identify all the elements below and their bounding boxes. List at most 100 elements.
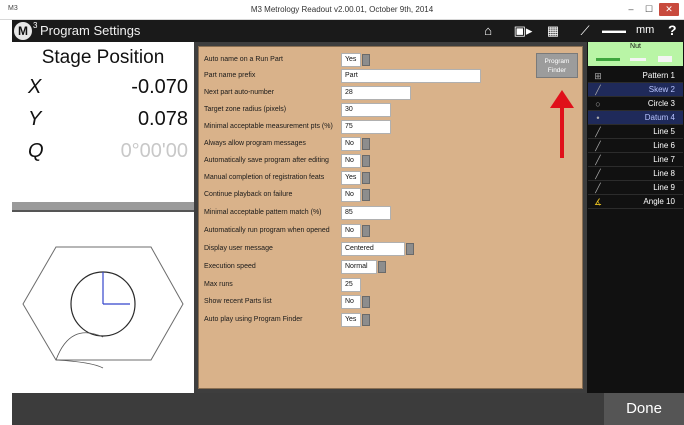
view-box-icon	[658, 56, 672, 62]
feature-label: Line 8	[653, 169, 675, 178]
toggle-icon[interactable]	[362, 296, 370, 308]
setting-label: Minimal acceptable pattern match (%)	[204, 209, 322, 216]
toggle-icon[interactable]	[362, 172, 370, 184]
feature-label: Skew 2	[648, 85, 675, 94]
probe-icon[interactable]: ⟋	[574, 23, 596, 39]
feature-label: Pattern 1	[642, 71, 675, 80]
feature-item-line-8[interactable]: ╱ Line 8	[588, 167, 683, 181]
setting-auto-run: Automatically run program when opened No	[199, 224, 529, 239]
page-title: Program Settings	[40, 23, 141, 38]
feature-label: Datum 4	[644, 113, 675, 122]
setting-auto-name: Auto name on a Run Part Yes	[199, 53, 529, 68]
m3-logo: M	[14, 22, 32, 40]
help-button[interactable]: ?	[668, 22, 677, 38]
toggle-icon[interactable]	[362, 138, 370, 150]
angle-icon: ∡	[593, 197, 603, 207]
setting-value[interactable]: No	[341, 137, 361, 151]
setting-auto-play-finder: Auto play using Program Finder Yes	[199, 313, 529, 328]
window-title: M3 Metrology Readout v2.00.01, October 9…	[250, 5, 434, 14]
setting-label: Manual completion of registration feats	[204, 174, 325, 181]
video-icon[interactable]: ▣▸	[512, 23, 534, 39]
angle-arc	[55, 332, 104, 361]
axis-value: 0°00'00	[120, 140, 188, 162]
toggle-icon[interactable]	[362, 155, 370, 167]
feature-item-skew-2[interactable]: ╱ Skew 2	[588, 83, 683, 97]
close-button[interactable]: ✕	[659, 3, 679, 16]
next-part-number-input[interactable]: 28	[341, 86, 411, 100]
setting-value[interactable]: No	[341, 224, 361, 238]
display-message-select[interactable]: Centered	[341, 242, 405, 256]
part-header[interactable]: Nut	[588, 42, 683, 66]
setting-value[interactable]: No	[341, 188, 361, 202]
feature-item-datum-4[interactable]: • Datum 4	[588, 111, 683, 125]
setting-display-message: Display user message Centered	[199, 242, 529, 257]
min-measure-pts-input[interactable]: 75	[341, 120, 391, 134]
feature-item-line-5[interactable]: ╱ Line 5	[588, 125, 683, 139]
dro-area: Stage Position X -0.070 Y 0.078 Q 0°00'0…	[12, 42, 194, 202]
setting-value[interactable]: No	[341, 154, 361, 168]
dro-row-y[interactable]: Y 0.078	[12, 108, 194, 134]
setting-label: Minimal acceptable measurement pts (%)	[204, 123, 333, 130]
setting-label: Max runs	[204, 281, 233, 288]
setting-recent-parts: Show recent Parts list No	[199, 295, 529, 310]
line-icon: ╱	[595, 127, 601, 137]
setting-manual-registration: Manual completion of registration feats …	[199, 171, 529, 186]
done-button[interactable]: Done	[604, 393, 684, 425]
toggle-icon[interactable]	[362, 225, 370, 237]
feature-label: Line 5	[653, 127, 675, 136]
part-view[interactable]	[12, 212, 194, 393]
min-pattern-match-input[interactable]: 85	[341, 206, 391, 220]
units-toggle[interactable]: mm	[636, 24, 654, 36]
feature-label: Line 6	[653, 141, 675, 150]
setting-label: Continue playback on failure	[204, 191, 293, 198]
setting-value[interactable]: No	[341, 295, 361, 309]
dro-row-q[interactable]: Q 0°00'00	[12, 140, 194, 166]
feature-label: Line 7	[653, 155, 675, 164]
ruler-icon[interactable]: ▬▬▬	[602, 23, 626, 39]
dropdown-icon[interactable]	[406, 243, 414, 255]
setting-label: Part name prefix	[204, 72, 256, 79]
grid-icon[interactable]: ▦	[542, 23, 564, 39]
axis-label: Q	[28, 140, 44, 162]
line-icon: ╱	[595, 169, 601, 179]
setting-target-zone: Target zone radius (pixels) 30	[199, 103, 529, 118]
point-icon: •	[596, 113, 600, 123]
program-finder-button[interactable]: Program Finder	[536, 53, 578, 78]
toggle-icon[interactable]	[362, 314, 370, 326]
setting-label: Next part auto-number	[204, 89, 275, 96]
feature-item-line-9[interactable]: ╱ Line 9	[588, 181, 683, 195]
toggle-icon[interactable]	[362, 189, 370, 201]
feature-item-circle-3[interactable]: ○ Circle 3	[588, 97, 683, 111]
toggle-icon[interactable]	[362, 54, 370, 66]
setting-value[interactable]: Yes	[341, 313, 361, 327]
maximize-button[interactable]: ☐	[641, 3, 657, 16]
setting-max-runs: Max runs 25	[199, 278, 529, 293]
feature-item-line-6[interactable]: ╱ Line 6	[588, 139, 683, 153]
max-runs-input[interactable]: 25	[341, 278, 361, 292]
execution-speed-select[interactable]: Normal	[341, 260, 377, 274]
setting-auto-save: Automatically save program after editing…	[199, 154, 529, 169]
arrow-shaft	[560, 104, 564, 158]
target-zone-input[interactable]: 30	[341, 103, 391, 117]
axis-label: Y	[28, 108, 42, 130]
setting-next-part-number: Next part auto-number 28	[199, 86, 529, 101]
axis-label: X	[28, 76, 42, 98]
feature-item-line-7[interactable]: ╱ Line 7	[588, 153, 683, 167]
setting-value[interactable]: Yes	[341, 53, 361, 67]
home-icon[interactable]: ⌂	[477, 23, 499, 39]
setting-value[interactable]: Yes	[341, 171, 361, 185]
part-prefix-input[interactable]: Part	[341, 69, 481, 83]
dro-row-x[interactable]: X -0.070	[12, 76, 194, 102]
part-name: Nut	[630, 43, 641, 50]
setting-part-prefix: Part name prefix Part	[199, 69, 529, 84]
minimize-button[interactable]: –	[623, 3, 639, 16]
line-icon: ╱	[595, 155, 601, 165]
setting-label: Automatically save program after editing	[204, 157, 329, 164]
setting-min-measure-pts: Minimal acceptable measurement pts (%) 7…	[199, 120, 529, 135]
setting-label: Auto play using Program Finder	[204, 316, 303, 323]
left-panel: Stage Position X -0.070 Y 0.078 Q 0°00'0…	[12, 42, 194, 393]
feature-item-angle-10[interactable]: ∡ Angle 10	[588, 195, 683, 209]
dropdown-icon[interactable]	[378, 261, 386, 273]
feature-item-pattern-1[interactable]: ⊞ Pattern 1	[588, 69, 683, 83]
circle-icon: ○	[595, 99, 601, 109]
